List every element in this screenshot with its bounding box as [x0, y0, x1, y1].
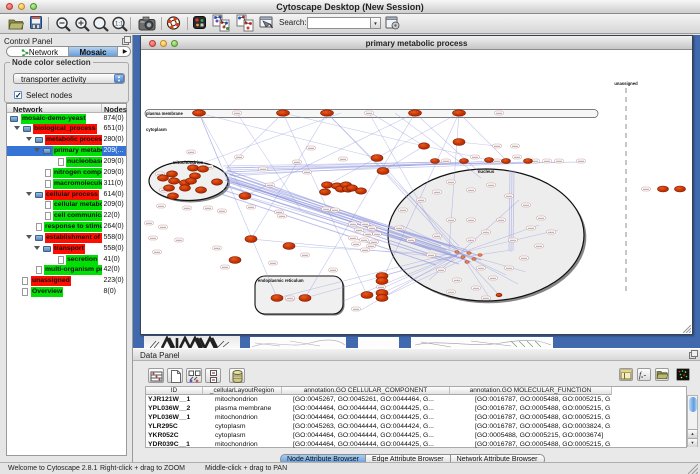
svg-text:fₓ‑: fₓ‑	[639, 371, 646, 380]
svg-text:nucleus: nucleus	[478, 169, 495, 174]
svg-text:mitochondrion: mitochondrion	[173, 160, 204, 165]
svg-text:endoplasmic reticulum: endoplasmic reticulum	[258, 278, 304, 283]
svg-text:plasma membrane: plasma membrane	[146, 111, 183, 116]
svg-text:1:1: 1:1	[115, 22, 124, 28]
svg-text:cytoplasm: cytoplasm	[146, 127, 167, 132]
svg-text:unassigned: unassigned	[614, 81, 638, 86]
